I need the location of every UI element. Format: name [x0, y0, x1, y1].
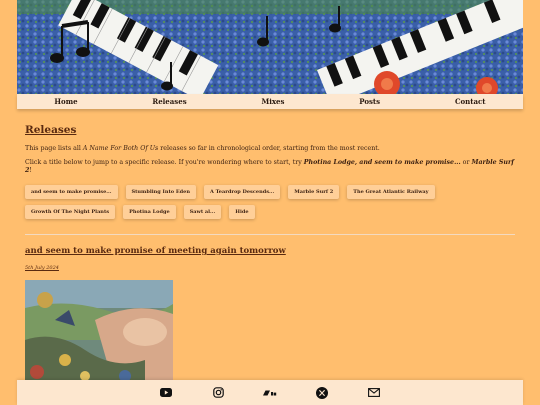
- release-button[interactable]: The Great Atlantic Railway: [347, 184, 435, 199]
- jump-prefix: Click a title below to jump to a specifi…: [25, 158, 304, 166]
- footer-social-bar: [17, 380, 523, 405]
- nav-home[interactable]: Home: [54, 97, 77, 106]
- main-nav: Home Releases Mixes Posts Contact: [17, 94, 523, 109]
- release-button-list: and seem to make promise... Stumbling In…: [25, 184, 495, 219]
- nav-contact[interactable]: Contact: [455, 97, 486, 106]
- release-button[interactable]: Hide: [229, 204, 255, 219]
- nav-mixes[interactable]: Mixes: [261, 97, 284, 106]
- jump-text: Click a title below to jump to a specifi…: [25, 159, 515, 176]
- bandcamp-icon[interactable]: [263, 386, 277, 400]
- intro-text: This page lists all A Name For Both Of U…: [25, 145, 515, 154]
- jump-or: or: [460, 158, 472, 166]
- release-button[interactable]: Photina Lodge: [123, 204, 176, 219]
- release-button[interactable]: Sawt al...: [183, 204, 222, 219]
- release-cover-image: [25, 280, 173, 390]
- nav-posts[interactable]: Posts: [359, 97, 380, 106]
- x-twitter-icon[interactable]: [315, 386, 329, 400]
- releases-section: Releases This page lists all A Name For …: [25, 124, 515, 219]
- release-button[interactable]: and seem to make promise...: [25, 184, 118, 199]
- release-button[interactable]: A Teardrop Descends...: [204, 184, 281, 199]
- post-date: 5th July 2024: [25, 265, 59, 271]
- post-title[interactable]: and seem to make promise of meeting agai…: [25, 246, 286, 256]
- section-divider: [25, 234, 515, 235]
- header-banner-image: [17, 0, 523, 94]
- suggestion-link[interactable]: Photina Lodge, and seem to make promise.…: [304, 159, 461, 166]
- email-icon[interactable]: [367, 386, 381, 400]
- youtube-icon[interactable]: [159, 386, 173, 400]
- jump-end: !: [29, 167, 32, 174]
- intro-suffix: releases so far in chronological order, …: [158, 145, 380, 152]
- release-button[interactable]: Marble Surf 2: [288, 184, 340, 199]
- band-name: A Name For Both Of Us: [82, 145, 159, 152]
- nav-releases[interactable]: Releases: [152, 97, 186, 106]
- intro-prefix: This page lists all: [25, 145, 83, 152]
- instagram-icon[interactable]: [211, 386, 225, 400]
- release-button[interactable]: Growth Of The Night Plants: [25, 204, 116, 219]
- release-button[interactable]: Stumbling Into Eden: [125, 184, 196, 199]
- page-title: Releases: [25, 124, 77, 136]
